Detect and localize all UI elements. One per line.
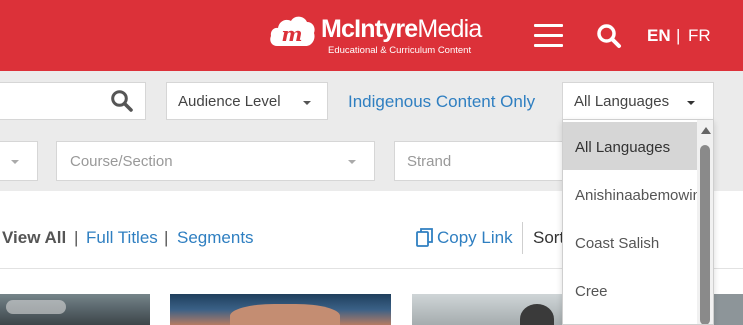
filter-select-left[interactable] [0,141,38,181]
copy-link-button[interactable]: Copy Link [437,228,513,248]
dropdown-option-label: Cree [575,283,608,300]
view-all-label[interactable]: View All [2,228,66,248]
logo-name-bold: McIntyre [321,15,418,43]
languages-selected-label: All Languages [574,93,670,110]
view-separator: | [74,228,79,247]
caret-down-icon [687,101,695,105]
sort-label[interactable]: Sort [533,228,564,248]
copy-icon[interactable] [416,228,433,247]
logo-name-regular: Media [417,15,482,43]
dropdown-option-label: All Languages [575,139,671,156]
scroll-up-arrow-icon[interactable] [701,127,711,134]
view-separator: | [164,228,169,247]
indigenous-content-link[interactable]: Indigenous Content Only [348,92,535,112]
divider [522,222,523,254]
logo-cloud-icon[interactable]: m [269,12,315,48]
video-thumbnail[interactable] [412,294,564,325]
site-header: m McIntyreMedia Educational & Curriculum… [0,0,743,71]
caret-down-icon [11,160,19,164]
dropdown-option[interactable]: Anishinaabemowin [563,170,697,218]
search-icon[interactable] [110,89,134,113]
languages-select[interactable]: All Languages [562,82,714,120]
video-thumbnail[interactable] [0,294,150,325]
caret-down-icon [348,160,356,164]
dropdown-option-label: Anishinaabemowin [575,187,697,204]
logo-mark-letter: m [281,22,302,46]
languages-dropdown-list: All Languages Anishinaabemowin Coast Sal… [562,120,714,325]
audience-level-label: Audience Level [178,93,281,110]
video-thumbnail[interactable] [714,294,743,325]
audience-level-select[interactable]: Audience Level [166,82,328,120]
strand-label: Strand [407,153,452,170]
dropdown-scrollbar[interactable] [697,120,713,324]
logo-tagline: Educational & Curriculum Content [328,45,472,56]
dropdown-option[interactable]: Coast Salish [563,218,697,266]
dropdown-option-label: Coast Salish [575,235,660,252]
video-thumbnail[interactable] [170,294,391,325]
course-section-select[interactable]: Course/Section [56,141,375,181]
logo-wordmark[interactable]: McIntyreMedia [321,16,482,42]
caret-down-icon [303,101,311,105]
hamburger-icon[interactable] [534,24,563,48]
course-section-label: Course/Section [70,153,173,170]
language-en-link[interactable]: EN [647,26,671,46]
language-separator: | [676,26,681,45]
segments-link[interactable]: Segments [177,228,254,248]
dropdown-option[interactable]: Cree [563,266,697,314]
search-icon[interactable] [596,23,622,49]
dropdown-option[interactable]: All Languages [563,122,697,170]
full-titles-link[interactable]: Full Titles [86,228,158,248]
language-fr-link[interactable]: FR [688,26,711,46]
scrollbar-thumb[interactable] [700,145,710,324]
